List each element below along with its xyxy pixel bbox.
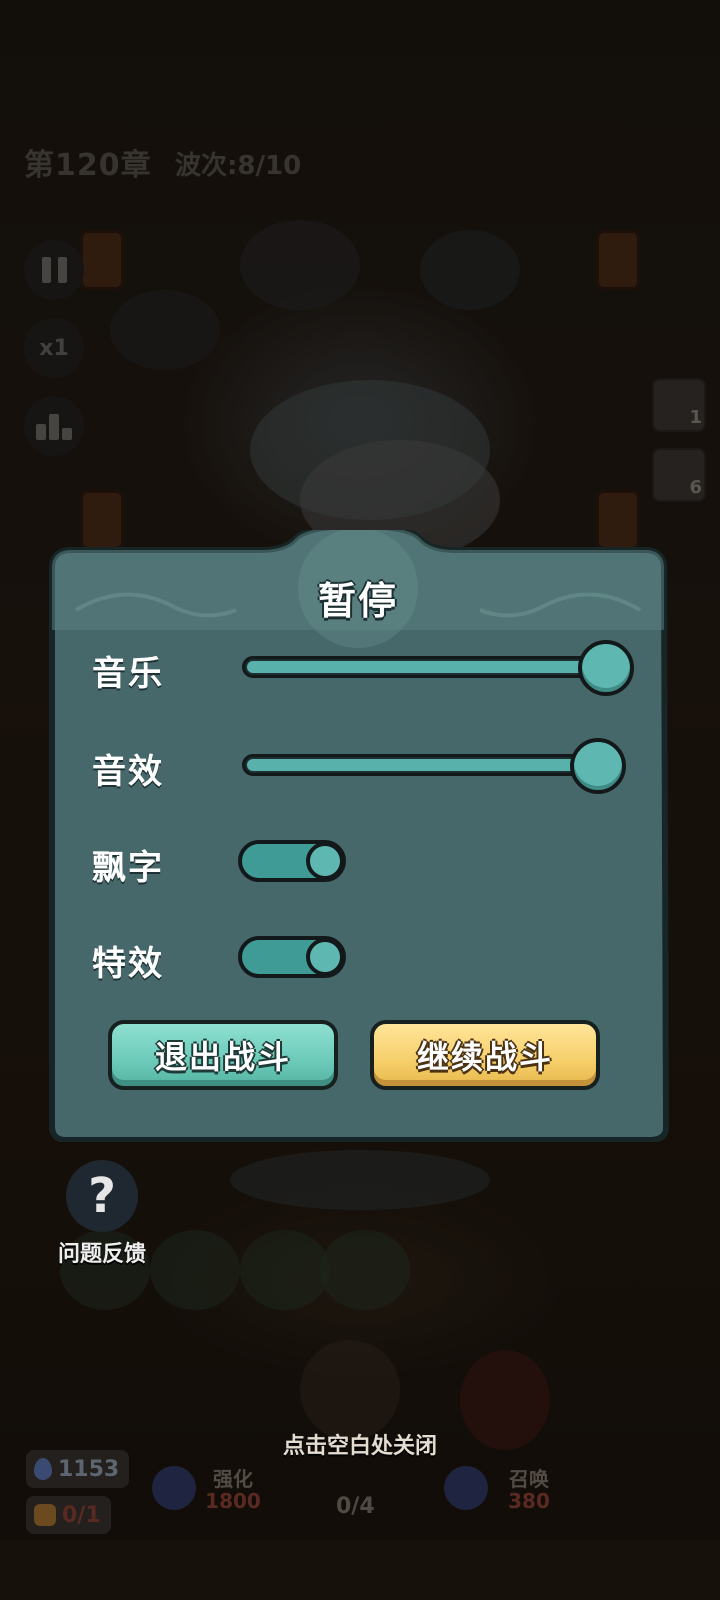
enhance-button[interactable]: 强化 1800: [170, 1462, 296, 1518]
sfx-slider-knob[interactable]: [570, 738, 626, 794]
spirit-resource: 1153: [26, 1450, 130, 1488]
panel-title: 暂停: [317, 579, 398, 623]
bag-count: 0/1: [62, 1502, 101, 1528]
sfx-label: 音效: [92, 752, 164, 792]
float-text-label: 飘字: [92, 848, 164, 888]
spirit-count: 1153: [58, 1456, 120, 1482]
float-text-toggle[interactable]: [238, 840, 346, 882]
unit-count: 0/4: [336, 1494, 375, 1519]
summon-button[interactable]: 召唤 380: [466, 1462, 592, 1518]
music-label: 音乐: [92, 654, 164, 694]
sfx-slider-fill: [247, 759, 589, 771]
bag-icon: [34, 1504, 56, 1526]
spirit-drop-icon: [34, 1458, 52, 1480]
bag-resource: 0/1: [26, 1496, 111, 1534]
floor-bar: [0, 1540, 720, 1600]
enhance-label: 强化: [213, 1467, 253, 1491]
music-slider[interactable]: [242, 656, 602, 678]
toggle-knob: [306, 938, 344, 976]
effects-toggle[interactable]: [238, 936, 346, 978]
exit-battle-button[interactable]: 退出战斗: [108, 1020, 338, 1090]
music-slider-knob[interactable]: [578, 640, 634, 696]
enhance-cost: 1800: [205, 1489, 261, 1513]
feedback-label[interactable]: 问题反馈: [58, 1236, 146, 1268]
toggle-knob: [306, 842, 344, 880]
effects-label: 特效: [92, 944, 164, 984]
music-slider-fill: [247, 661, 597, 673]
summon-cost: 380: [508, 1489, 550, 1513]
continue-battle-button[interactable]: 继续战斗: [370, 1020, 600, 1090]
sfx-slider[interactable]: [242, 754, 594, 776]
pause-panel: 暂停 音乐 音效 飘字 特效 退出战斗 继续战斗: [46, 530, 670, 1142]
summon-label: 召唤: [509, 1467, 549, 1491]
question-icon[interactable]: ?: [66, 1160, 138, 1232]
